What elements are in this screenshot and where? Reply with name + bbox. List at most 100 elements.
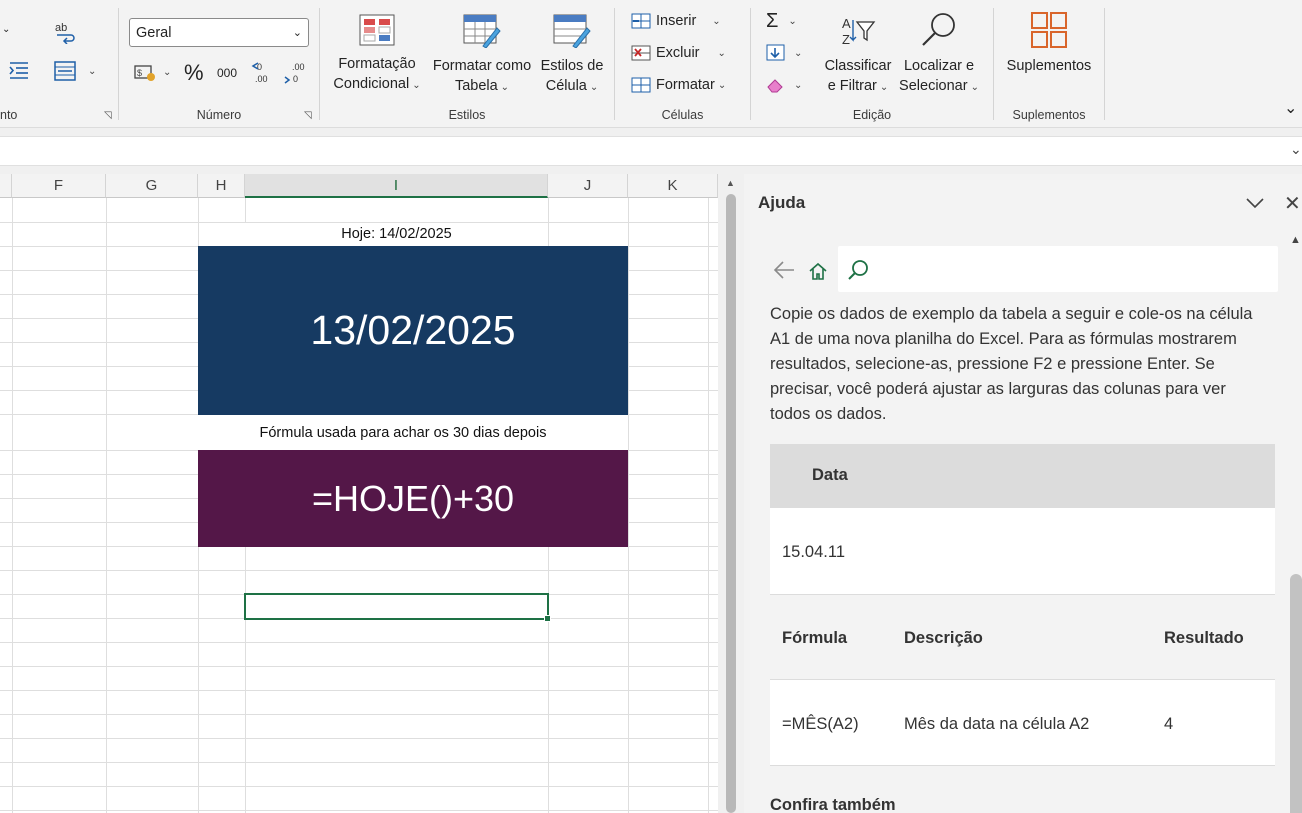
formula-bar[interactable]: ⌄ <box>0 136 1302 166</box>
number-format-select[interactable]: Geral ⌄ <box>129 18 309 47</box>
sigma-icon: Σ <box>766 10 779 32</box>
close-icon[interactable]: ✕ <box>1284 191 1301 216</box>
number-format-value: Geral <box>136 24 172 41</box>
alignment-group-label: nto <box>0 108 18 122</box>
comma-style-button[interactable]: 000 <box>217 66 237 80</box>
chevron-down-icon[interactable]: ⌄ <box>788 16 796 27</box>
percent-style-button[interactable]: % <box>184 60 204 86</box>
chevron-down-icon[interactable]: ⌄ <box>794 80 802 91</box>
delete-cells-button[interactable]: Excluir ⌄ <box>631 44 726 62</box>
addins-label: Suplementos <box>1006 58 1092 74</box>
chevron-down-icon[interactable]: ⌄ <box>712 16 720 27</box>
addins-icon <box>1031 12 1067 48</box>
gridline <box>0 786 718 787</box>
gridline <box>12 198 13 813</box>
date-result-cell[interactable]: 13/02/2025 <box>198 246 628 415</box>
data-header-label: Data <box>812 466 848 484</box>
sheet-scrollbar[interactable]: ▲ <box>720 174 742 813</box>
merge-center-icon[interactable]: ⌄ <box>54 60 96 82</box>
increase-decimal-icon[interactable]: 0.00 <box>251 60 273 84</box>
gridline <box>0 642 718 643</box>
scrollbar-thumb[interactable] <box>1290 574 1302 813</box>
home-icon[interactable] <box>808 261 828 281</box>
svg-text:.00: .00 <box>255 74 268 84</box>
dialog-launcher-icon[interactable]: ◹ <box>304 110 312 121</box>
chevron-down-icon[interactable]: ⌄ <box>163 67 171 78</box>
svg-text:Z: Z <box>842 32 850 47</box>
conditional-formatting-button[interactable]: Formatação Condicional ⌄ <box>328 14 426 96</box>
chevron-down-icon[interactable]: ⌄ <box>718 80 726 91</box>
insert-cells-icon <box>631 13 651 29</box>
delete-cells-label: Excluir <box>656 45 700 61</box>
back-arrow-icon[interactable] <box>772 260 796 280</box>
help-pane-scrollbar[interactable]: ▲ <box>1288 234 1302 813</box>
formula-example: =MÊS(A2) <box>782 715 859 733</box>
formula-bar-expand-icon[interactable]: ⌄ <box>1290 141 1302 158</box>
addins-button[interactable]: Suplementos <box>1002 12 1096 76</box>
search-icon[interactable] <box>846 258 870 282</box>
gridline <box>106 198 107 813</box>
sort-filter-icon: AZ <box>842 16 876 47</box>
clear-button[interactable]: ⌄ <box>766 76 802 94</box>
svg-text:ab: ab <box>55 22 67 34</box>
column-header-g[interactable]: G <box>106 174 198 198</box>
autosum-button[interactable]: Σ ⌄ <box>766 10 797 33</box>
svg-text:.00: .00 <box>292 62 305 72</box>
gridline <box>628 198 629 813</box>
column-header-f[interactable]: F <box>12 174 106 198</box>
column-header-h[interactable]: H <box>198 174 245 198</box>
number-group-label: Número <box>196 108 242 122</box>
find-select-button[interactable]: Localizar e Selecionar ⌄ <box>896 10 982 98</box>
formula-cell[interactable]: =HOJE()+30 <box>198 450 628 547</box>
chevron-down-icon[interactable] <box>1244 192 1266 214</box>
alignment-dropdown-caret[interactable]: ⌄ <box>2 24 10 35</box>
chevron-down-icon[interactable]: ⌄ <box>88 66 96 77</box>
conditional-formatting-label-2: Condicional <box>333 76 410 92</box>
column-header-k[interactable]: K <box>628 174 718 198</box>
wrap-text-icon[interactable]: ab <box>54 20 76 44</box>
data-table-header: Data <box>770 444 1275 508</box>
today-label: Hoje: 14/02/2025 <box>341 226 452 242</box>
decrease-decimal-icon[interactable]: .00 0 <box>283 60 307 84</box>
gridline <box>708 198 709 813</box>
formula-header: Fórmula <box>782 629 848 647</box>
format-as-table-button[interactable]: Formatar como Tabela ⌄ <box>430 14 534 98</box>
column-header-j[interactable]: J <box>548 174 628 198</box>
fill-button[interactable]: ⌄ <box>766 44 802 62</box>
dialog-launcher-icon[interactable]: ◹ <box>104 110 112 121</box>
chevron-down-icon: ⌄ <box>292 27 302 39</box>
sort-filter-button[interactable]: AZ Classificar e Filtrar ⌄ <box>822 14 894 98</box>
chevron-down-icon: ⌄ <box>879 82 889 93</box>
cell-styles-label-2: Célula <box>545 78 587 94</box>
format-as-table-label-2: Tabela <box>454 78 498 94</box>
format-cells-button[interactable]: Formatar ⌄ <box>631 76 726 94</box>
chevron-down-icon[interactable]: ⌄ <box>718 48 726 59</box>
help-intro-text: Copie os dados de exemplo da tabela a se… <box>770 305 1253 423</box>
formula-description: Mês da data na célula A2 <box>904 715 1090 733</box>
sort-filter-label-1: Classificar <box>824 58 892 74</box>
formula-result: 4 <box>1164 715 1174 733</box>
chevron-down-icon[interactable]: ⌄ <box>794 48 802 59</box>
description-header: Descrição <box>904 629 983 647</box>
help-pane: Ajuda ✕ Copie os dados de exemplo da tab… <box>744 174 1302 813</box>
scroll-up-icon[interactable]: ▲ <box>1290 234 1301 246</box>
chevron-down-icon: ⌄ <box>412 80 421 91</box>
cell-styles-button[interactable]: Estilos de Célula ⌄ <box>536 14 608 98</box>
column-header-i[interactable]: I <box>245 174 548 198</box>
gridline <box>0 690 718 691</box>
ribbon-expand-chevron-icon[interactable]: ⌄ <box>1284 98 1297 118</box>
accounting-format-icon[interactable]: $ ⌄ <box>133 62 171 82</box>
active-cell-selection[interactable] <box>244 593 551 622</box>
insert-cells-button[interactable]: Inserir ⌄ <box>631 12 721 30</box>
styles-group-label: Estilos <box>448 108 486 122</box>
chevron-down-icon: ⌄ <box>500 82 510 93</box>
indent-icon[interactable] <box>8 60 30 80</box>
format-as-table-label-1: Formatar como <box>432 58 532 74</box>
worksheet-grid[interactable]: F G H I J K Hoje: 14/02/2025 13/02/2025 … <box>0 174 718 813</box>
help-search-input[interactable] <box>874 258 1269 282</box>
delete-cells-icon <box>631 45 651 61</box>
scroll-up-icon[interactable]: ▲ <box>726 178 735 188</box>
scrollbar-thumb[interactable] <box>726 194 736 813</box>
help-pane-title: Ajuda <box>758 193 806 212</box>
column-header-left[interactable] <box>0 174 12 198</box>
